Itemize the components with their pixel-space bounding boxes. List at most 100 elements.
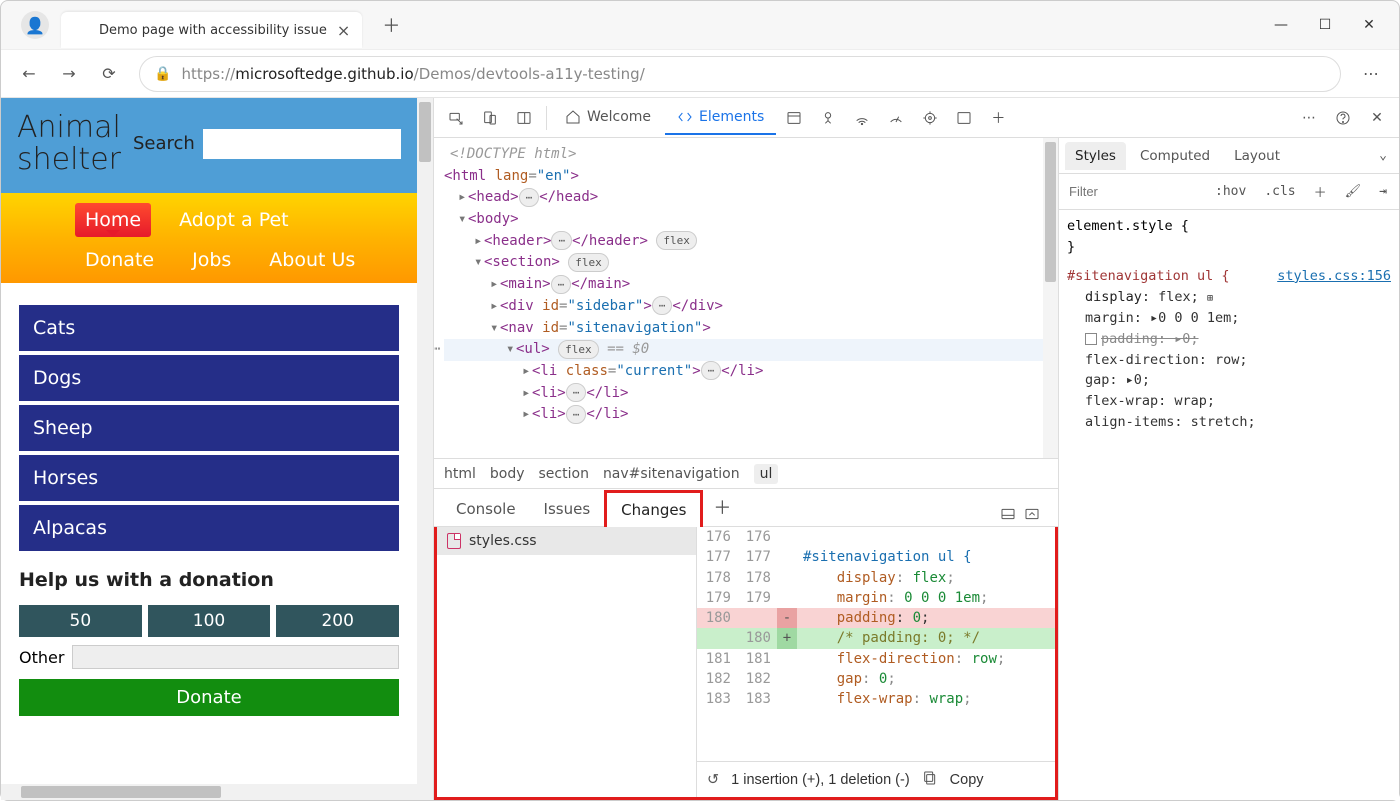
page-scrollbar-vertical[interactable] [417, 98, 433, 800]
minimize-button[interactable]: — [1259, 9, 1303, 41]
main-nav: Home Adopt a Pet Donate Jobs About Us [1, 193, 417, 283]
copy-label[interactable]: Copy [950, 772, 984, 788]
inspect-element-icon[interactable] [440, 102, 472, 134]
sidebar-item-horses[interactable]: Horses [19, 455, 399, 501]
sidebar-item-alpacas[interactable]: Alpacas [19, 505, 399, 551]
nav-about[interactable]: About Us [259, 243, 365, 277]
search-label: Search [133, 133, 195, 154]
prop-align-items[interactable]: align-items: stretch; [1067, 412, 1391, 433]
nav-donate[interactable]: Donate [75, 243, 164, 277]
donation-other-input[interactable] [72, 645, 399, 669]
sidebar-item-dogs[interactable]: Dogs [19, 355, 399, 401]
prop-margin[interactable]: margin: ▸0 0 0 1em; [1067, 308, 1391, 329]
drawer-tab-issues[interactable]: Issues [530, 492, 605, 526]
prop-flex-direction[interactable]: flex-direction: row; [1067, 350, 1391, 371]
donate-button[interactable]: Donate [19, 679, 399, 716]
tool-memory-icon[interactable] [914, 102, 946, 134]
tool-more-icon[interactable] [948, 102, 980, 134]
devtools-close-button[interactable]: ✕ [1361, 102, 1393, 134]
nav-jobs[interactable]: Jobs [182, 243, 241, 277]
nav-home[interactable]: Home [75, 203, 151, 237]
css-rule-source-link[interactable]: styles.css:156 [1277, 266, 1391, 287]
crumb-ul[interactable]: ul [754, 464, 779, 484]
address-bar[interactable]: 🔒 https://microsoftedge.github.io/Demos/… [139, 56, 1341, 92]
donation-other-label: Other [19, 648, 64, 667]
styles-more-icon[interactable]: ⌄ [1373, 146, 1393, 165]
page-scrollbar-horizontal[interactable] [1, 784, 417, 800]
styles-tab-computed[interactable]: Computed [1130, 142, 1220, 170]
tab-title: Demo page with accessibility issue [99, 23, 327, 38]
back-button[interactable]: ← [11, 56, 47, 92]
crumb-body[interactable]: body [490, 466, 525, 482]
refresh-button[interactable]: ⟳ [91, 56, 127, 92]
tab-favicon-icon [73, 21, 91, 39]
crumb-section[interactable]: section [539, 466, 589, 482]
drawer-tab-changes[interactable]: Changes [604, 490, 703, 527]
tab-elements[interactable]: Elements [665, 101, 776, 135]
panel-layout-icon[interactable] [508, 102, 540, 134]
tab-welcome[interactable]: Welcome [553, 101, 663, 135]
donation-heading: Help us with a donation [19, 569, 399, 591]
prop-gap[interactable]: gap: ▸0; [1067, 370, 1391, 391]
breadcrumb: html body section nav#sitenavigation ul [434, 458, 1058, 488]
devtools-drawer: Console Issues Changes ＋ [434, 488, 1058, 800]
element-style-rule[interactable]: element.style { [1067, 216, 1391, 237]
devtools-more-button[interactable]: ⋯ [1293, 102, 1325, 134]
file-icon [447, 533, 461, 549]
tool-application-icon[interactable] [778, 102, 810, 134]
nav-adopt[interactable]: Adopt a Pet [169, 203, 299, 237]
cls-toggle[interactable]: .cls [1258, 182, 1301, 201]
sidebar-item-cats[interactable]: Cats [19, 305, 399, 351]
css-rule-selector[interactable]: #sitenavigation ul { [1067, 268, 1230, 284]
drawer-dock-icon[interactable] [1000, 506, 1016, 526]
changes-file-styles[interactable]: styles.css [437, 527, 696, 555]
devtools-header: Welcome Elements ＋ ⋯ ✕ [434, 98, 1399, 138]
style-brush-icon[interactable]: 🖌 [1339, 182, 1368, 201]
devtools: Welcome Elements ＋ ⋯ ✕ <!DOCTYPE html> [433, 98, 1399, 800]
styles-filter-input[interactable] [1065, 180, 1203, 203]
search-input[interactable] [203, 129, 401, 159]
profile-avatar[interactable]: 👤 [21, 11, 49, 39]
settings-menu-button[interactable]: ⋯ [1353, 56, 1389, 92]
prop-padding[interactable]: padding: ▸0; [1067, 329, 1391, 350]
copy-icon[interactable] [922, 770, 938, 790]
page-header: Animalshelter Search [1, 98, 417, 193]
url-text: https://microsoftedge.github.io/Demos/de… [181, 65, 644, 83]
add-tool-button[interactable]: ＋ [982, 102, 1014, 134]
new-style-rule-icon[interactable]: ＋ [1308, 180, 1333, 203]
prop-flex-wrap[interactable]: flex-wrap: wrap; [1067, 391, 1391, 412]
crumb-html[interactable]: html [444, 466, 476, 482]
donation-100[interactable]: 100 [148, 605, 271, 637]
drawer-expand-icon[interactable] [1024, 506, 1040, 526]
rendered-page: Animalshelter Search Home Adopt a Pet Do… [1, 98, 433, 800]
new-tab-button[interactable]: ＋ [374, 8, 408, 42]
prop-display[interactable]: display: flex; ⊞ [1067, 287, 1391, 308]
tool-network-icon[interactable] [846, 102, 878, 134]
devtools-help-icon[interactable] [1327, 102, 1359, 134]
crumb-nav[interactable]: nav#sitenavigation [603, 466, 740, 482]
tab-close-button[interactable]: × [337, 21, 350, 40]
titlebar: 👤 Demo page with accessibility issue × ＋… [1, 1, 1399, 49]
revert-icon[interactable]: ↺ [707, 772, 719, 788]
hover-toggle[interactable]: :hov [1209, 182, 1252, 201]
browser-tab[interactable]: Demo page with accessibility issue × [61, 12, 362, 48]
donation-50[interactable]: 50 [19, 605, 142, 637]
drawer-tab-console[interactable]: Console [442, 492, 530, 526]
drawer-add-tab[interactable]: ＋ [703, 488, 741, 526]
dom-tree[interactable]: <!DOCTYPE html> <html lang="en"> ▸<head>… [434, 138, 1058, 458]
donation-200[interactable]: 200 [276, 605, 399, 637]
tool-performance-icon[interactable] [880, 102, 912, 134]
browser-toolbar: ← → ⟳ 🔒 https://microsoftedge.github.io/… [1, 49, 1399, 97]
styles-tab-layout[interactable]: Layout [1224, 142, 1290, 170]
styles-tab-styles[interactable]: Styles [1065, 142, 1126, 170]
device-toolbar-icon[interactable] [474, 102, 506, 134]
dom-selected-ul[interactable]: ⋯▾<ul> flex == $0 [444, 339, 1054, 361]
dom-scrollbar[interactable] [1043, 138, 1058, 458]
maximize-button[interactable]: ☐ [1303, 9, 1347, 41]
tool-sources-icon[interactable] [812, 102, 844, 134]
close-window-button[interactable]: ✕ [1347, 9, 1391, 41]
diff-viewer[interactable]: 176176177177#sitenavigation ul {178178 d… [697, 527, 1055, 761]
style-panel-expand-icon[interactable]: ⇥ [1373, 182, 1393, 201]
sidebar-item-sheep[interactable]: Sheep [19, 405, 399, 451]
forward-button[interactable]: → [51, 56, 87, 92]
